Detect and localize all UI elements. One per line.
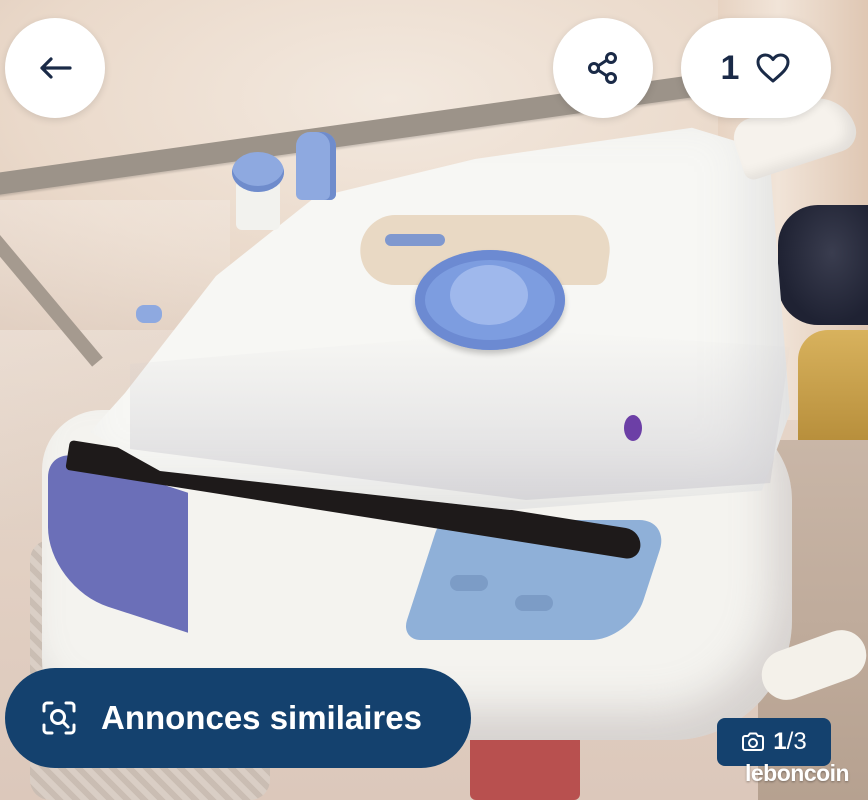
iron-dial-center	[450, 265, 528, 325]
photo-counter-total: 3	[793, 728, 807, 755]
leboncoin-watermark: leboncoin	[745, 760, 850, 786]
photo-counter-badge: 1/3	[717, 718, 831, 766]
visual-search-icon	[39, 698, 79, 738]
camera-icon	[742, 732, 765, 751]
share-button[interactable]	[553, 18, 653, 118]
back-button[interactable]	[5, 18, 105, 118]
iron-spray-nozzle	[136, 305, 162, 323]
share-icon	[588, 52, 617, 84]
photo-counter-current: 1	[773, 728, 787, 755]
photo-yellow-fabric	[798, 330, 868, 450]
arrow-left-icon	[40, 57, 72, 79]
iron-trigger	[385, 234, 445, 246]
photo-dark-fabric	[778, 205, 868, 325]
iron-spray-button	[296, 132, 336, 200]
iron-indicator-light	[624, 415, 642, 441]
similar-listings-button[interactable]: Annonces similaires	[5, 668, 471, 768]
favorite-button[interactable]: 1	[681, 18, 831, 118]
photo-red-box	[470, 730, 580, 800]
iron-steam-knob	[232, 152, 284, 192]
similar-listings-label: Annonces similaires	[101, 699, 422, 736]
favorite-count: 1	[720, 48, 740, 87]
iron-base-button	[515, 595, 553, 611]
heart-outline-icon	[756, 53, 790, 83]
iron-base-button	[450, 575, 488, 591]
